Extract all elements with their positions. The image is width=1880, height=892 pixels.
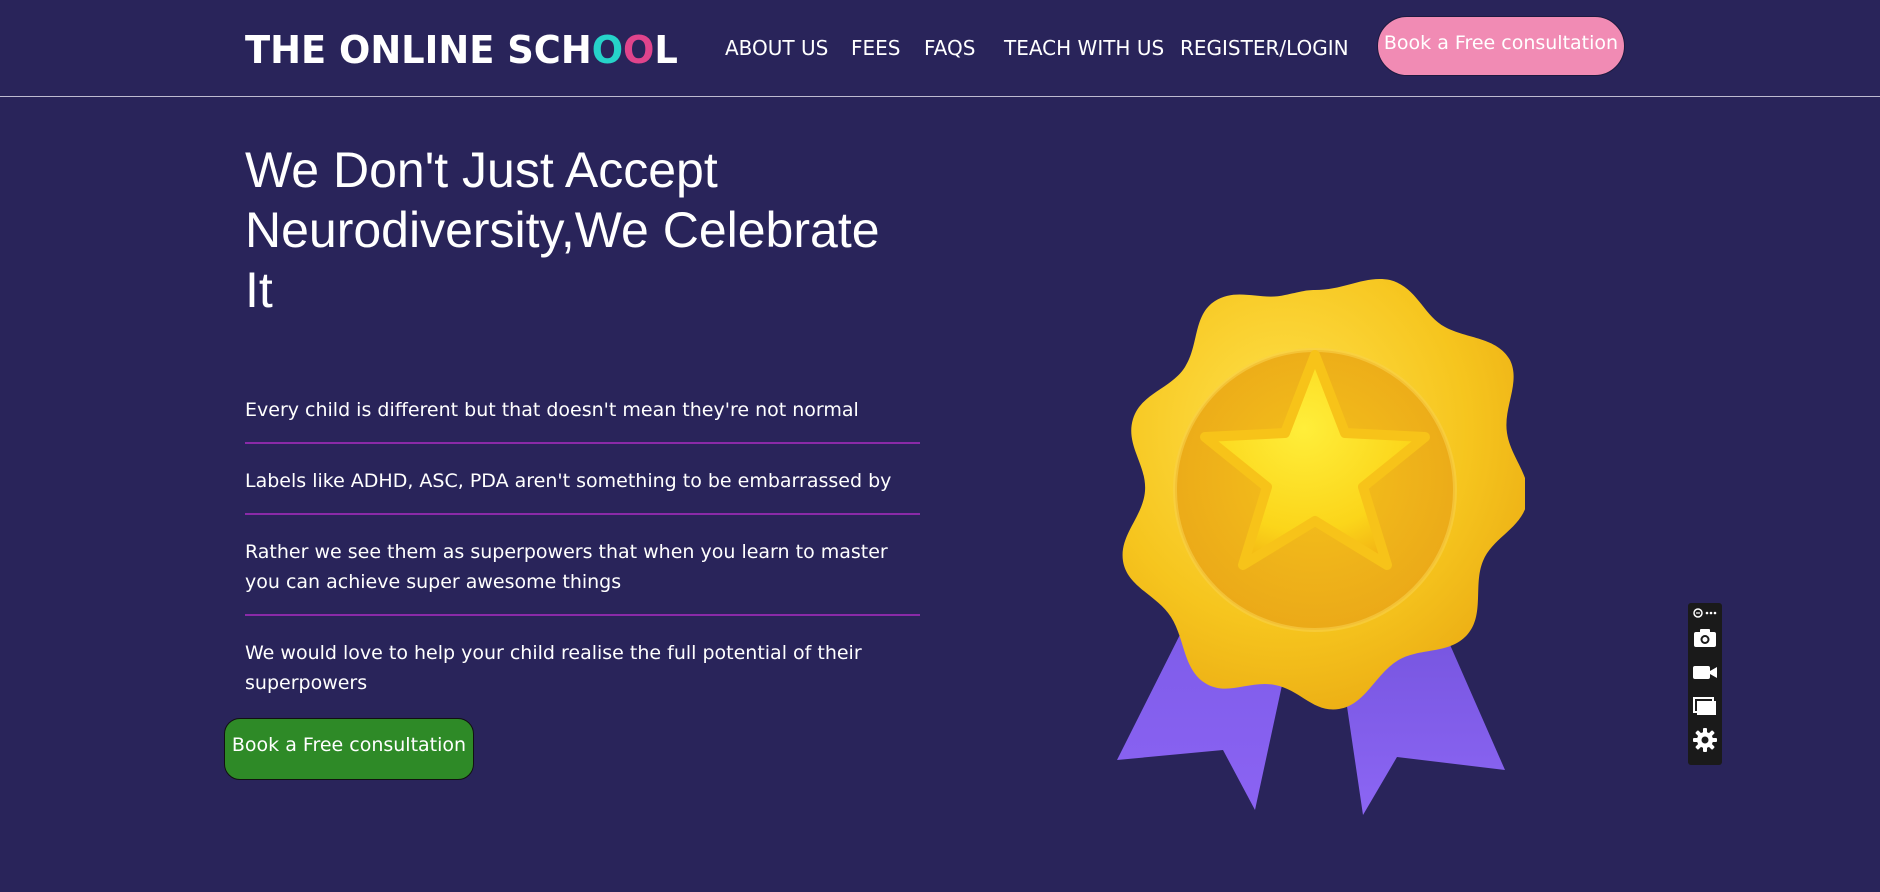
- logo-letter-o-pink: O: [623, 28, 655, 72]
- hero-title-line-3: It: [245, 262, 273, 318]
- nav-teach-with-us[interactable]: TEACH WITH US: [1004, 36, 1164, 60]
- nav-faqs[interactable]: FAQS: [924, 36, 975, 60]
- camera-icon[interactable]: [1692, 625, 1718, 651]
- site-logo[interactable]: THE ONLINE SCHOOL: [245, 26, 678, 74]
- hero-point: We would love to help your child realise…: [245, 642, 862, 694]
- window-icon[interactable]: [1692, 693, 1718, 719]
- divider: [245, 513, 920, 515]
- extension-icon: [1693, 608, 1703, 618]
- divider: [245, 442, 920, 444]
- video-icon[interactable]: [1692, 659, 1718, 685]
- hero-title: We Don't Just Accept Neurodiversity,We C…: [245, 140, 925, 320]
- hero-point: Rather we see them as superpowers that w…: [245, 541, 888, 593]
- logo-text-part1: THE ONLINE SCH: [245, 28, 592, 72]
- nav-register-login[interactable]: REGISTER/LOGIN: [1180, 36, 1349, 60]
- divider: [245, 614, 920, 616]
- nav-fees[interactable]: FEES: [851, 36, 900, 60]
- hero-title-line-1: We Don't Just Accept: [245, 142, 718, 198]
- nav-about-us[interactable]: ABOUT US: [725, 36, 828, 60]
- screen-capture-toolbar: [1688, 603, 1722, 765]
- hero-title-line-2: Neurodiversity,We Celebrate: [245, 202, 880, 258]
- toolbar-header: [1692, 605, 1718, 619]
- book-consultation-button[interactable]: Book a Free consultation: [224, 718, 474, 780]
- hero-point: Every child is different but that doesn'…: [245, 399, 859, 421]
- gear-icon[interactable]: [1692, 727, 1718, 753]
- book-consultation-header-button[interactable]: Book a Free consultation: [1377, 16, 1625, 76]
- site-header: THE ONLINE SCHOOL ABOUT US FEES FAQS TEA…: [0, 0, 1880, 97]
- logo-text-part2: L: [654, 28, 678, 72]
- logo-letter-o-teal: O: [591, 28, 624, 72]
- medal-icon: [1105, 265, 1529, 825]
- more-icon: [1705, 611, 1717, 615]
- hero-point: Labels like ADHD, ASC, PDA aren't someth…: [245, 470, 892, 492]
